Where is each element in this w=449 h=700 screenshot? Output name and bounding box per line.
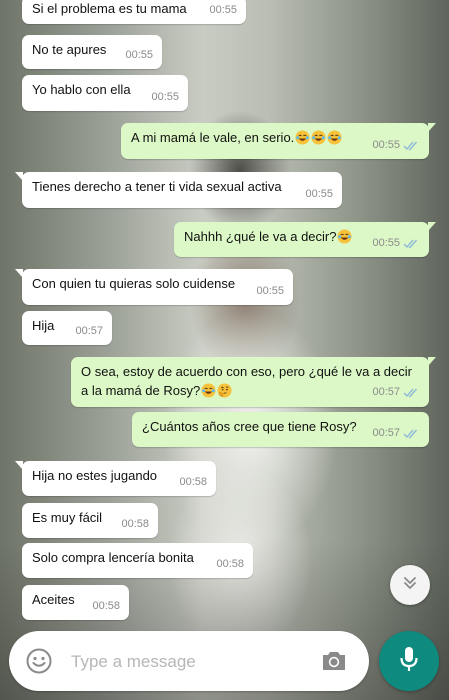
- message-text: Yo hablo con ella: [32, 82, 131, 97]
- message-meta: 00:58: [179, 473, 207, 491]
- message-meta: 00:58: [121, 515, 149, 533]
- message-meta: 00:55: [151, 88, 179, 106]
- message-meta: 00:58: [216, 555, 244, 573]
- message-time: 00:55: [209, 4, 237, 16]
- message-time: 00:55: [372, 237, 400, 249]
- message-incoming[interactable]: Tienes derecho a tener ti vida sexual ac…: [15, 172, 342, 208]
- thinking-face-emoji-icon: [217, 383, 232, 398]
- message-meta: 00:55: [209, 1, 237, 19]
- message-incoming[interactable]: Si el problema es tu mama 00:55: [22, 0, 246, 24]
- double-chevron-down-icon: [401, 574, 419, 597]
- message-text: ¿Cuántos años cree que tiene Rosy?: [142, 419, 357, 434]
- tears-of-joy-emoji-icon: [337, 229, 353, 244]
- tears-of-joy-emoji-icon: [201, 383, 216, 398]
- message-meta: 00:55: [256, 282, 284, 300]
- microphone-icon: [398, 645, 420, 678]
- message-meta: 00:58: [92, 597, 120, 615]
- message-meta: 00:57: [75, 322, 103, 340]
- message-incoming[interactable]: Con quien tu quieras solo cuidense 00:55: [15, 269, 293, 305]
- smiley-icon[interactable]: [26, 648, 52, 674]
- tears-of-joy-emoji-icon: [311, 130, 326, 145]
- message-time: 00:55: [151, 91, 179, 103]
- message-meta: 00:55: [372, 234, 420, 252]
- double-check-icon: [403, 387, 420, 398]
- message-incoming[interactable]: No te apures 00:55: [22, 35, 162, 69]
- message-text: No te apures: [32, 42, 107, 57]
- message-text: Nahhh ¿qué le va a decir?: [184, 229, 337, 244]
- message-text: Hija: [32, 318, 55, 333]
- message-incoming[interactable]: Es muy fácil 00:58: [22, 503, 158, 538]
- message-meta: 00:55: [372, 136, 420, 154]
- message-outgoing[interactable]: ¿Cuántos años cree que tiene Rosy? 00:57: [132, 412, 429, 447]
- message-time: 00:55: [125, 49, 153, 61]
- message-time: 00:55: [256, 285, 284, 297]
- message-time: 00:55: [372, 139, 400, 151]
- message-meta: 00:57: [372, 424, 420, 442]
- message-time: 00:58: [121, 518, 149, 530]
- message-time: 00:58: [92, 600, 120, 612]
- message-meta: 00:55: [125, 46, 153, 64]
- message-text-line-2: a la mamá de Rosy?: [81, 383, 201, 398]
- double-check-icon: [403, 428, 420, 439]
- message-time: 00:57: [372, 386, 400, 398]
- message-incoming[interactable]: Solo compra lencería bonita 00:58: [22, 543, 253, 578]
- message-text: A mi mamá le vale, en serio.: [131, 130, 295, 145]
- double-check-icon: [403, 140, 420, 151]
- message-text: Es muy fácil: [32, 510, 103, 525]
- tears-of-joy-emoji-icon: [295, 130, 310, 145]
- message-incoming[interactable]: Hija 00:57: [22, 311, 112, 345]
- voice-record-button[interactable]: [379, 631, 439, 691]
- message-time: 00:55: [305, 188, 333, 200]
- double-check-icon: [403, 238, 420, 249]
- message-text: Con quien tu quieras solo cuidense: [32, 276, 236, 291]
- message-incoming[interactable]: Yo hablo con ella 00:55: [22, 75, 188, 111]
- message-time: 00:58: [216, 558, 244, 570]
- message-meta: 00:55: [305, 185, 333, 203]
- message-text: Tienes derecho a tener ti vida sexual ac…: [32, 179, 282, 194]
- message-text: Solo compra lencería bonita: [32, 550, 194, 565]
- message-list[interactable]: Si el problema es tu mama 00:55 No te ap…: [0, 0, 449, 700]
- message-text: Si el problema es tu mama: [32, 1, 187, 16]
- message-text-line-1: O sea, estoy de acuerdo con eso, pero ¿q…: [81, 364, 412, 379]
- message-time: 00:57: [75, 325, 103, 337]
- compose-bar: [9, 631, 369, 691]
- message-outgoing[interactable]: O sea, estoy de acuerdo con eso, pero ¿q…: [71, 357, 436, 407]
- message-input[interactable]: [69, 645, 313, 679]
- camera-icon[interactable]: [320, 648, 348, 674]
- message-incoming[interactable]: Aceites 00:58: [22, 585, 129, 620]
- message-time: 00:58: [179, 476, 207, 488]
- message-time: 00:57: [372, 427, 400, 439]
- tears-of-joy-emoji-icon: [327, 130, 342, 145]
- message-outgoing[interactable]: A mi mamá le vale, en serio. 00:55: [121, 123, 436, 159]
- message-outgoing[interactable]: Nahhh ¿qué le va a decir? 00:55: [174, 222, 436, 257]
- message-meta: 00:57: [372, 383, 420, 402]
- message-text: Aceites: [32, 592, 75, 607]
- message-incoming[interactable]: Hija no estes jugando 00:58: [15, 461, 216, 496]
- scroll-to-bottom-button[interactable]: [390, 565, 430, 605]
- message-text: Hija no estes jugando: [32, 468, 158, 483]
